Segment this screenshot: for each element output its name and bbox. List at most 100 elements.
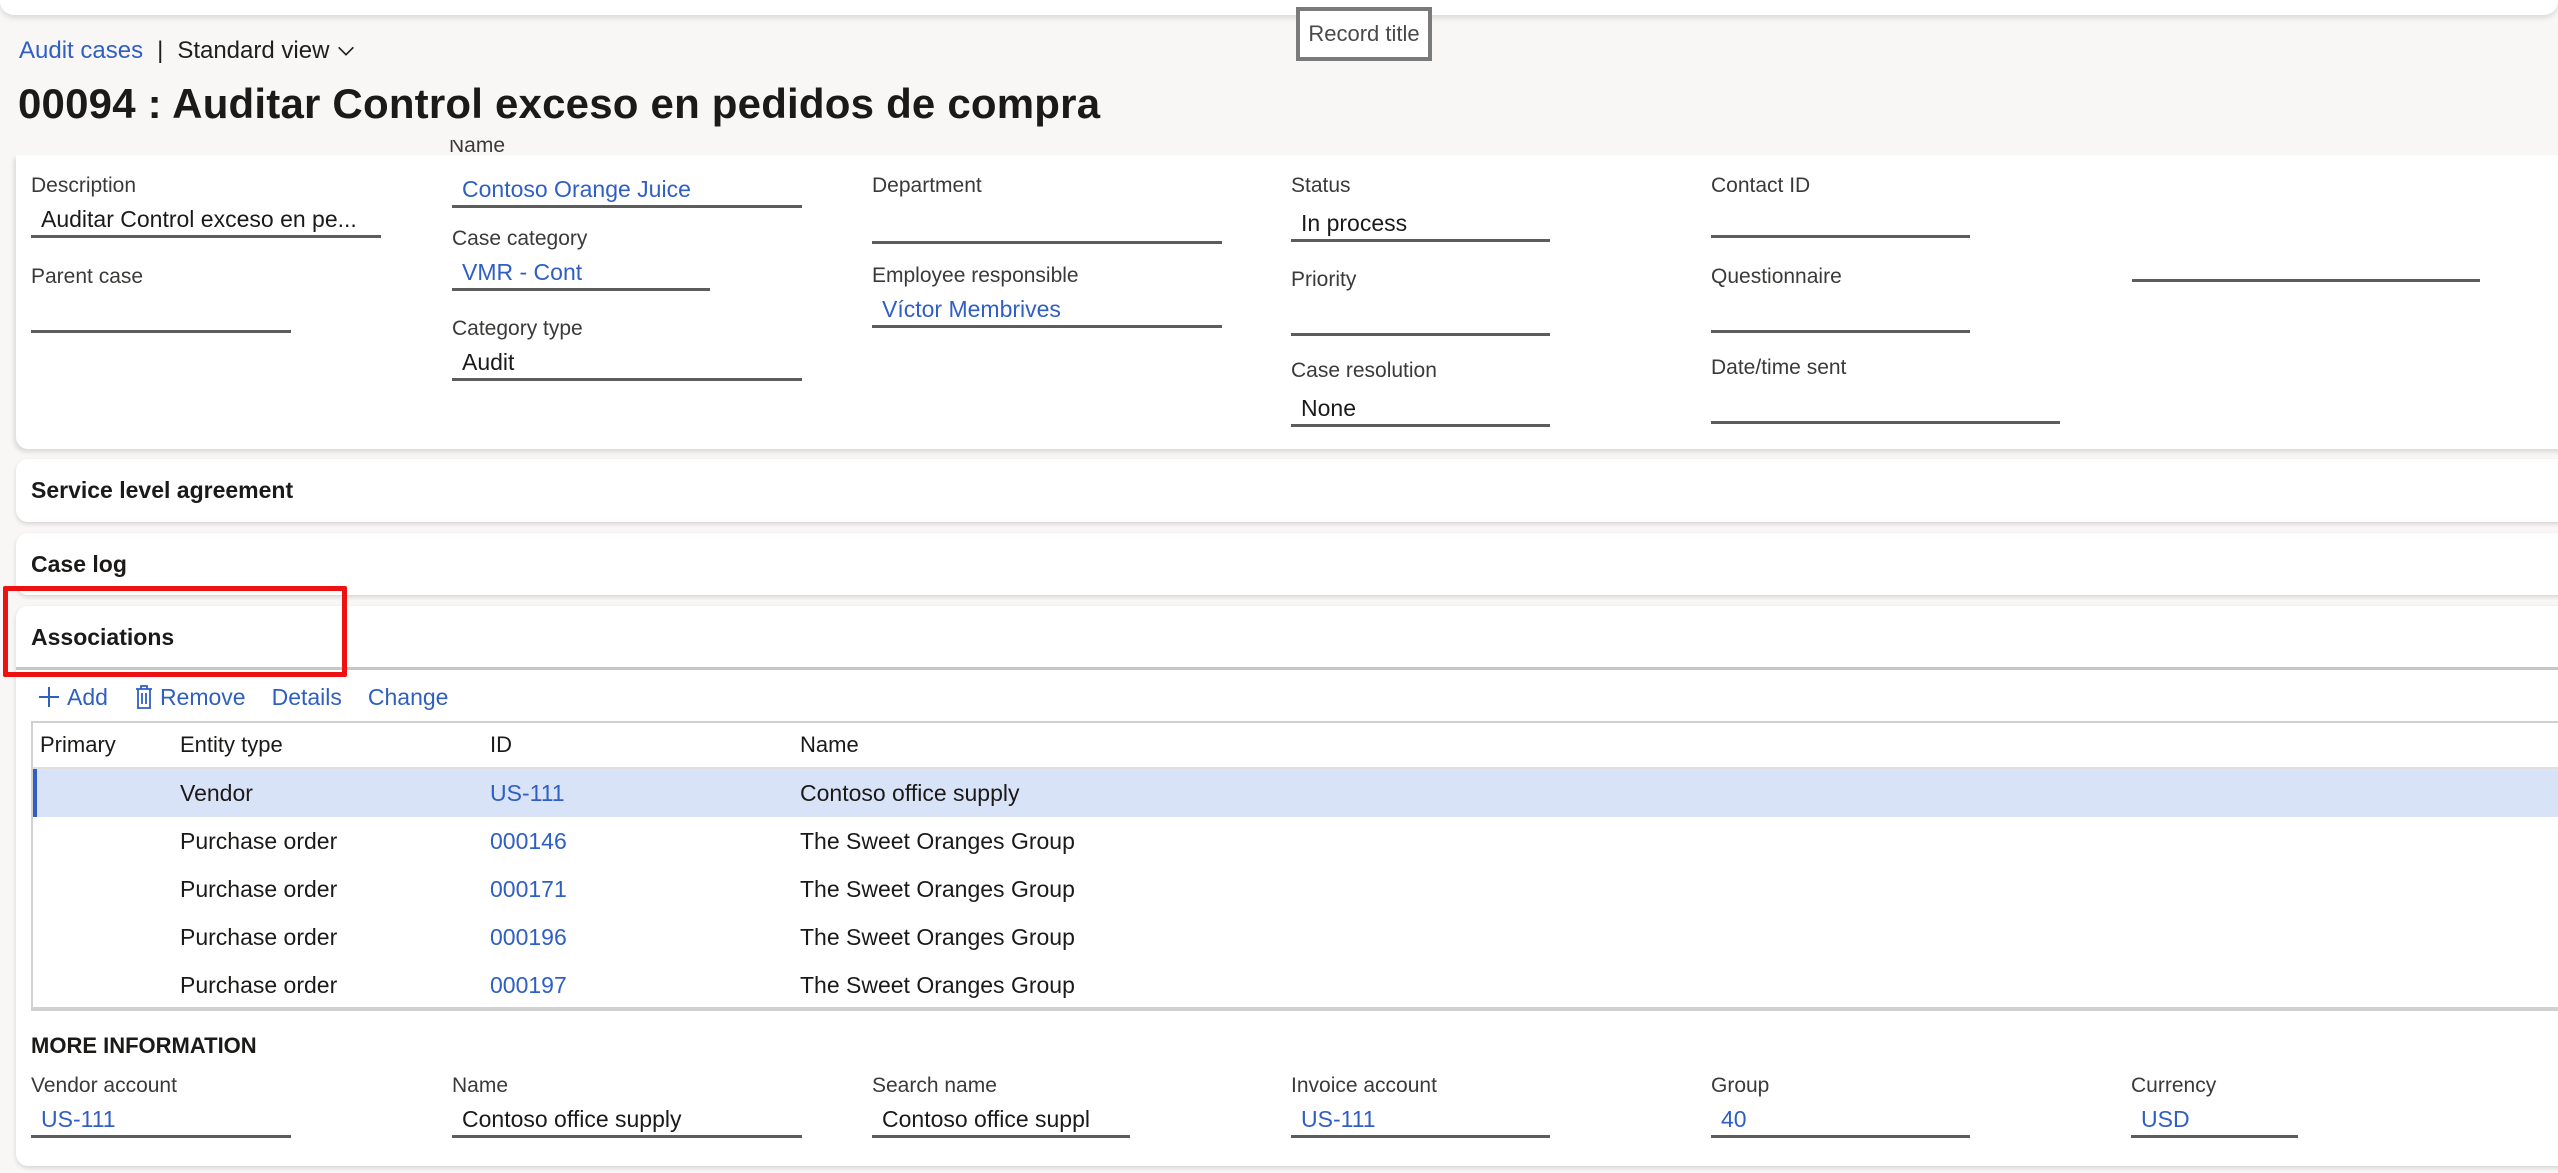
more-info-name-field: Name Contoso office supply bbox=[452, 1072, 802, 1138]
group-label: Group bbox=[1711, 1074, 1770, 1097]
search-name-label: Search name bbox=[872, 1074, 997, 1097]
table-row[interactable]: Vendor US-111 Contoso office supply bbox=[33, 769, 2558, 817]
cell-name: Contoso office supply bbox=[800, 779, 1020, 806]
grid-bottom-border bbox=[31, 1007, 2558, 1011]
details-button[interactable]: Details bbox=[272, 684, 342, 711]
cell-id-link[interactable]: 000146 bbox=[490, 828, 567, 854]
cell-id-link[interactable]: 000197 bbox=[490, 972, 567, 998]
currency-field: Currency USD bbox=[2131, 1072, 2298, 1138]
questionnaire-field: Questionnaire bbox=[1711, 263, 1970, 333]
associations-section-title[interactable]: Associations bbox=[31, 624, 174, 651]
cell-id-link[interactable]: 000171 bbox=[490, 876, 567, 902]
more-info-name-label: Name bbox=[452, 1074, 509, 1097]
cell-name: The Sweet Oranges Group bbox=[800, 971, 1075, 998]
employee-responsible-field: Employee responsible Víctor Membrives bbox=[872, 262, 1222, 328]
contact-id-label: Contact ID bbox=[1711, 174, 1811, 197]
status-field: Status In process bbox=[1291, 172, 1550, 242]
name-input[interactable]: Contoso Orange Juice bbox=[452, 170, 802, 208]
contact-id-field: Contact ID bbox=[1711, 172, 1970, 238]
table-row[interactable]: Purchase order 000146 The Sweet Oranges … bbox=[33, 817, 2558, 865]
questionnaire-input[interactable] bbox=[1711, 295, 1970, 333]
case-category-label: Case category bbox=[452, 227, 588, 250]
add-button-label: Add bbox=[67, 683, 108, 710]
name-label-cut: Name bbox=[449, 140, 506, 157]
invoice-account-label: Invoice account bbox=[1291, 1074, 1437, 1097]
priority-label: Priority bbox=[1291, 268, 1357, 291]
case-log-section[interactable]: Case log bbox=[16, 533, 2558, 595]
breadcrumb-separator: | bbox=[157, 37, 164, 64]
date-time-sent-label: Date/time sent bbox=[1711, 356, 1847, 379]
parent-case-label: Parent case bbox=[31, 265, 144, 288]
questionnaire-label: Questionnaire bbox=[1711, 265, 1842, 288]
top-app-bar bbox=[0, 0, 2558, 15]
case-log-section-title: Case log bbox=[31, 551, 127, 577]
cell-entity-type: Purchase order bbox=[180, 875, 338, 902]
view-selector-label: Standard view bbox=[177, 37, 330, 64]
change-button[interactable]: Change bbox=[368, 684, 449, 711]
view-selector[interactable]: Standard view bbox=[177, 37, 357, 65]
cell-entity-type: Vendor bbox=[180, 779, 253, 806]
column-header-id[interactable]: ID bbox=[483, 732, 793, 758]
status-input[interactable]: In process bbox=[1291, 204, 1550, 242]
cell-entity-type: Purchase order bbox=[180, 971, 338, 998]
category-type-input[interactable]: Audit bbox=[452, 343, 802, 381]
more-information-heading: MORE INFORMATION bbox=[31, 1033, 257, 1058]
cell-name: The Sweet Oranges Group bbox=[800, 827, 1075, 854]
more-info-name-input[interactable]: Contoso office supply bbox=[452, 1100, 802, 1138]
associations-divider bbox=[16, 667, 2558, 670]
case-resolution-input[interactable]: None bbox=[1291, 389, 1550, 427]
unlabeled-input[interactable] bbox=[2132, 279, 2480, 282]
cell-id-link[interactable]: US-111 bbox=[490, 780, 565, 806]
breadcrumb-audit-cases-link[interactable]: Audit cases bbox=[19, 37, 143, 65]
associations-toolbar: Add Remove Details Change bbox=[37, 680, 474, 714]
group-field: Group 40 bbox=[1711, 1072, 1970, 1138]
name-field: Contoso Orange Juice bbox=[452, 170, 802, 208]
remove-button[interactable]: Remove bbox=[134, 684, 246, 711]
invoice-account-input[interactable]: US-111 bbox=[1291, 1100, 1550, 1138]
chevron-down-icon bbox=[338, 46, 355, 56]
plus-icon bbox=[39, 687, 59, 707]
description-input[interactable]: Auditar Control exceso en pe... bbox=[31, 200, 381, 238]
trash-icon bbox=[135, 685, 152, 709]
cell-name: The Sweet Oranges Group bbox=[800, 875, 1075, 902]
search-name-input[interactable]: Contoso office suppl bbox=[872, 1100, 1130, 1138]
general-card bbox=[16, 155, 2558, 449]
service-level-agreement-section[interactable]: Service level agreement bbox=[16, 459, 2558, 522]
column-header-entity-type[interactable]: Entity type bbox=[173, 732, 483, 758]
category-type-label: Category type bbox=[452, 317, 583, 340]
vendor-account-label: Vendor account bbox=[31, 1074, 177, 1097]
case-resolution-label: Case resolution bbox=[1291, 359, 1437, 382]
search-name-field: Search name Contoso office suppl bbox=[872, 1072, 1130, 1138]
date-time-sent-input[interactable] bbox=[1711, 386, 2060, 424]
group-input[interactable]: 40 bbox=[1711, 1100, 1970, 1138]
record-title-tooltip: Record title bbox=[1296, 7, 1432, 61]
table-row[interactable]: Purchase order 000196 The Sweet Oranges … bbox=[33, 913, 2558, 961]
contact-id-input[interactable] bbox=[1711, 200, 1970, 238]
table-row[interactable]: Purchase order 000197 The Sweet Oranges … bbox=[33, 961, 2558, 1009]
add-button[interactable]: Add bbox=[37, 684, 108, 711]
parent-case-input[interactable] bbox=[31, 295, 291, 333]
employee-responsible-input[interactable]: Víctor Membrives bbox=[872, 290, 1222, 328]
description-field: Description Auditar Control exceso en pe… bbox=[31, 172, 381, 238]
breadcrumb: Audit cases | Standard view bbox=[19, 36, 357, 66]
invoice-account-field: Invoice account US-111 bbox=[1291, 1072, 1550, 1138]
cell-entity-type: Purchase order bbox=[180, 923, 338, 950]
column-header-name[interactable]: Name bbox=[793, 732, 2558, 758]
table-row[interactable]: Purchase order 000171 The Sweet Oranges … bbox=[33, 865, 2558, 913]
vendor-account-input[interactable]: US-111 bbox=[31, 1100, 291, 1138]
priority-input[interactable] bbox=[1291, 298, 1550, 336]
department-field: Department bbox=[872, 172, 1222, 244]
currency-input[interactable]: USD bbox=[2131, 1100, 2298, 1138]
cell-id-link[interactable]: 000196 bbox=[490, 924, 567, 950]
grid-header: Primary Entity type ID Name bbox=[33, 723, 2558, 769]
page-title: 00094 : Auditar Control exceso en pedido… bbox=[18, 80, 1101, 127]
priority-field: Priority bbox=[1291, 266, 1550, 336]
department-input[interactable] bbox=[872, 206, 1222, 244]
associations-grid: Primary Entity type ID Name Vendor US-11… bbox=[31, 721, 2558, 1011]
employee-responsible-label: Employee responsible bbox=[872, 264, 1079, 287]
case-category-input[interactable]: VMR - Cont bbox=[452, 253, 710, 291]
description-label: Description bbox=[31, 174, 137, 197]
sla-section-title: Service level agreement bbox=[31, 477, 294, 503]
cell-entity-type: Purchase order bbox=[180, 827, 338, 854]
column-header-primary[interactable]: Primary bbox=[33, 732, 173, 758]
